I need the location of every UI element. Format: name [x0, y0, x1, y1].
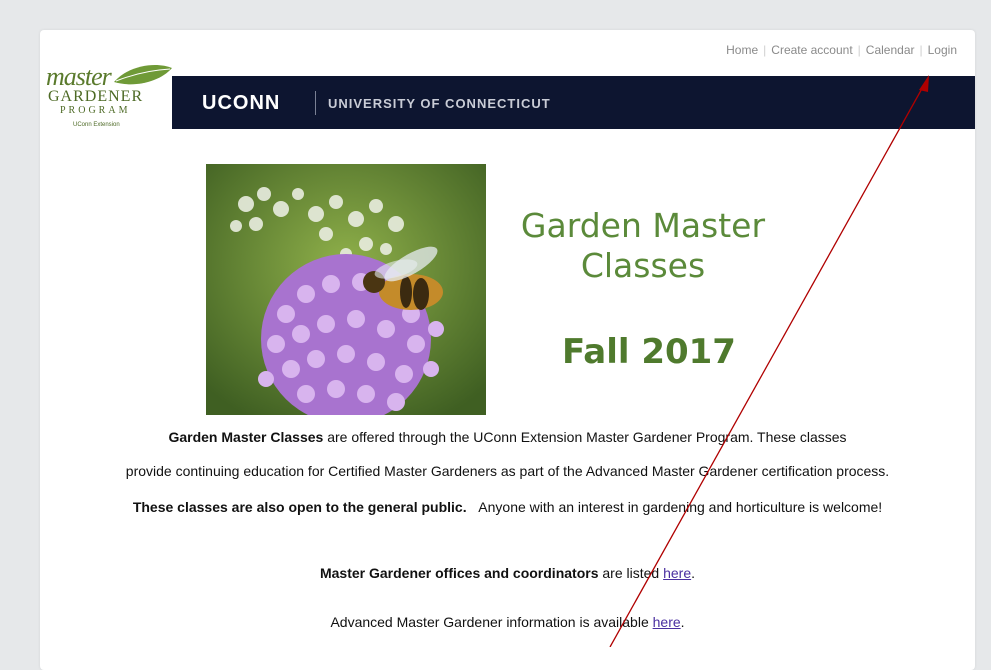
nav-calendar-link[interactable]: Calendar — [866, 43, 915, 57]
intro-bold-classes: Garden Master Classes — [168, 429, 324, 445]
logo-gardener-text: GARDENER — [48, 88, 144, 105]
uconn-brand-bar: UCONN UNIVERSITY OF CONNECTICUT — [172, 76, 975, 129]
intro-line-3-text: Anyone with an interest in gardening and… — [478, 499, 883, 515]
intro-line-1-text: are offered through the UConn Extension … — [323, 429, 847, 445]
brand-divider — [315, 91, 316, 115]
top-nav: Home | Create account | Calendar | Login — [726, 43, 957, 57]
nav-separator: | — [763, 43, 767, 57]
offices-period: . — [691, 565, 696, 581]
logo-program-text: PROGRAM — [60, 105, 131, 116]
uconn-wordmark[interactable]: UCONN — [202, 92, 280, 115]
leaf-icon — [114, 64, 172, 85]
offices-bold-text: Master Gardener offices and coordinators — [319, 565, 599, 581]
intro-paragraph-line-2: provide continuing education for Certifi… — [125, 463, 890, 479]
intro-paragraph-line-1: Garden Master Classes are offered throug… — [40, 429, 975, 445]
hero-title: Garden Master Classes — [520, 206, 766, 286]
intro-paragraph-line-3: These classes are also open to the gener… — [40, 499, 975, 515]
logo-extension-text: UConn Extension — [73, 122, 120, 128]
amg-text: Advanced Master Gardener information is … — [330, 614, 653, 630]
nav-separator: | — [857, 43, 861, 57]
university-name[interactable]: UNIVERSITY OF CONNECTICUT — [328, 96, 551, 111]
amg-here-link[interactable]: here — [653, 614, 681, 630]
offices-info-line: Master Gardener offices and coordinators… — [40, 565, 975, 581]
nav-create-account-link[interactable]: Create account — [771, 43, 852, 57]
amg-period: . — [680, 614, 685, 630]
intro-bold-public: These classes are also open to the gener… — [132, 499, 467, 515]
offices-text: are listed — [598, 565, 664, 581]
amg-info-line: Advanced Master Gardener information is … — [40, 614, 975, 630]
nav-login-link[interactable]: Login — [928, 43, 957, 57]
nav-separator: | — [919, 43, 923, 57]
hero-season: Fall 2017 — [562, 332, 736, 372]
page-card: Home | Create account | Calendar | Login maste… — [40, 30, 975, 670]
offices-here-link[interactable]: here — [663, 565, 691, 581]
master-gardener-logo[interactable]: master GARDENER PROGRAM UConn Extension — [40, 62, 174, 142]
bee-flower-image — [206, 164, 486, 415]
hero-photo-bee-on-allium — [206, 164, 486, 415]
nav-home-link[interactable]: Home — [726, 43, 758, 57]
